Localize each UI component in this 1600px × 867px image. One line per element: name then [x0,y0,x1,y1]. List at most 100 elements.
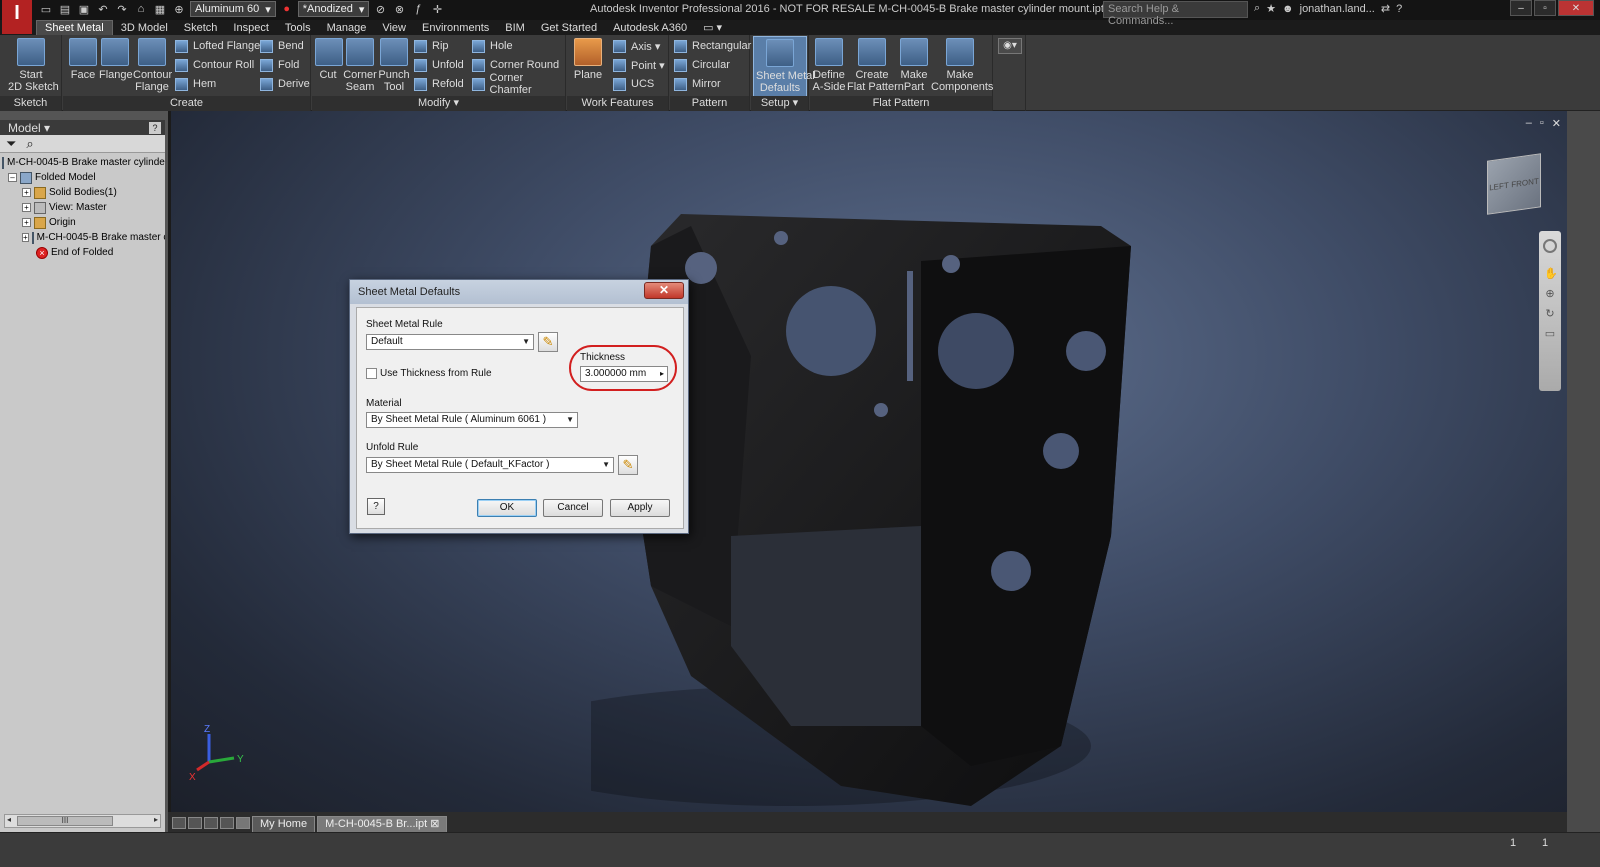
expand-icon[interactable]: + [22,218,31,227]
scroll-thumb[interactable]: III [17,816,113,826]
find-icon[interactable]: ⌕ [26,136,33,152]
navigation-bar[interactable]: ✋ ⊕ ↻ ▭ [1539,231,1561,391]
collapse-icon[interactable]: – [8,173,17,182]
tab-3d-model[interactable]: 3D Model [113,20,176,35]
tab-manage[interactable]: Manage [319,20,375,35]
orbit-icon[interactable]: ↻ [1544,307,1556,320]
ribbon-options-icon[interactable]: ◉▾ [998,38,1022,54]
tree-item-end-of-folded[interactable]: × End of Folded [2,245,165,260]
tab-active-document[interactable]: M-CH-0045-B Br...ipt ⊠ [317,816,448,832]
cascade-icon[interactable] [204,817,218,829]
tree-item-solid-bodies[interactable]: + Solid Bodies(1) [2,185,165,200]
select-icon[interactable]: ⊕ [171,1,187,17]
browser-header[interactable]: Model ▾ ? [0,120,165,135]
filter-icon[interactable]: ⏷ [6,136,16,152]
tab-my-home[interactable]: My Home [252,816,316,832]
close-tab-icon[interactable]: ⊠ [430,818,439,830]
face-button[interactable]: Face [68,38,98,81]
appearance-dropdown[interactable]: *Anodized ▾ [297,1,370,17]
point-button[interactable]: Point ▾ [613,57,665,73]
tree-item-part[interactable]: M-CH-0045-B Brake master cylinder [2,155,165,170]
user-icon[interactable]: ☻ [1282,3,1294,15]
tab-tools[interactable]: Tools [277,20,319,35]
material-dropdown[interactable]: Aluminum 60 ▾ [190,1,276,17]
star-icon[interactable]: ★ [1266,2,1276,15]
mirror-button[interactable]: Mirror [674,76,721,92]
dialog-close-button[interactable]: ✕ [644,282,684,299]
expand-icon[interactable]: + [22,203,31,212]
refold-button[interactable]: Refold [414,76,464,92]
redo-icon[interactable]: ↷ [114,1,130,17]
unfold-button[interactable]: Unfold [414,57,464,73]
use-thickness-checkbox[interactable]: Use Thickness from Rule [366,368,492,379]
zoom-icon[interactable]: ⊕ [1544,287,1556,300]
undo-icon[interactable]: ↶ [95,1,111,17]
expand-icon[interactable]: + [22,233,29,242]
ok-button[interactable]: OK [477,499,537,517]
lofted-flange-button[interactable]: Lofted Flange [175,38,260,54]
open-icon[interactable]: ▤ [57,1,73,17]
apply-button[interactable]: Apply [610,499,670,517]
tab-environments[interactable]: Environments [414,20,497,35]
plane-button[interactable]: Plane [571,38,605,81]
home-icon[interactable]: ⌂ [133,1,149,17]
sheet-metal-defaults-button[interactable]: Sheet Metal Defaults [753,36,815,97]
panel-title-modify[interactable]: Modify ▾ [312,96,565,111]
maximize-button[interactable]: ▫ [1534,0,1556,16]
ucs-button[interactable]: UCS [613,76,654,92]
sheet-metal-rule-dropdown[interactable]: Default ▼ [366,334,534,350]
fold-button[interactable]: Fold [260,57,299,73]
tab-list-up-icon[interactable] [236,817,250,829]
fx-icon[interactable]: ƒ [410,1,426,17]
dialog-help-button[interactable]: ? [367,498,385,515]
corner-round-button[interactable]: Corner Round [472,57,559,73]
create-flat-pattern-button[interactable]: Create Flat Pattern [847,38,904,93]
scroll-left-icon[interactable]: ◂ [7,815,11,824]
tile-vertical-icon[interactable] [188,817,202,829]
cancel-button[interactable]: Cancel [543,499,603,517]
contour-flange-button[interactable]: Contour Flange [133,38,172,93]
viewport-restore-icon[interactable]: ▫ [1540,117,1544,130]
hem-button[interactable]: Hem [175,76,216,92]
unfold-rule-dropdown[interactable]: By Sheet Metal Rule ( Default_KFactor ) … [366,457,614,473]
punch-tool-button[interactable]: Punch Tool [378,38,410,93]
expand-icon[interactable]: + [22,188,31,197]
define-a-side-button[interactable]: Define A-Side [812,38,846,93]
tree-item-view-master[interactable]: + View: Master [2,200,165,215]
appearance-icon[interactable]: ● [279,1,295,17]
viewcube-left-face[interactable]: LEFT [1489,180,1509,192]
view-cube[interactable]: LEFT FRONT [1487,153,1541,215]
tab-more-icon[interactable]: ▭ ▾ [695,20,730,35]
scroll-right-icon[interactable]: ▸ [154,815,158,824]
tile-horizontal-icon[interactable] [172,817,186,829]
corner-seam-button[interactable]: Corner Seam [343,38,377,93]
help-icon[interactable]: ? [1396,3,1402,15]
exchange-icon[interactable]: ⇄ [1381,2,1390,15]
material-dropdown[interactable]: By Sheet Metal Rule ( Aluminum 6061 ) ▼ [366,412,578,428]
edit-unfold-rule-pencil-icon[interactable]: ✎ [618,455,638,475]
browser-help-icon[interactable]: ? [149,121,161,134]
save-icon[interactable]: ▣ [76,1,92,17]
update-icon[interactable]: ▦ [152,1,168,17]
checkbox-box[interactable] [366,368,377,379]
pan-icon[interactable]: ✋ [1544,267,1558,280]
axis-button[interactable]: Axis ▾ [613,38,660,54]
viewport-close-icon[interactable]: ✕ [1552,117,1561,130]
look-at-icon[interactable]: ▭ [1544,327,1556,340]
bend-button[interactable]: Bend [260,38,304,54]
thickness-input[interactable]: 3.000000 mm ▸ [580,366,668,382]
start-sketch-button[interactable]: Start 2D Sketch [8,38,59,93]
hole-button[interactable]: Hole [472,38,513,54]
arrange-icon[interactable] [220,817,234,829]
chevron-right-icon[interactable]: ▸ [660,368,664,380]
tab-get-started[interactable]: Get Started [533,20,605,35]
tab-sketch[interactable]: Sketch [176,20,226,35]
circular-pattern-button[interactable]: Circular [674,57,730,73]
corner-chamfer-button[interactable]: Corner Chamfer [472,72,565,96]
cut-button[interactable]: Cut [315,38,343,81]
search-input[interactable]: Search Help & Commands... [1103,1,1248,27]
edit-rule-pencil-icon[interactable]: ✎ [538,332,558,352]
tab-bim[interactable]: BIM [497,20,533,35]
binoculars-icon[interactable]: ⌕ [1254,2,1260,15]
make-components-button[interactable]: Make Components [931,38,993,93]
